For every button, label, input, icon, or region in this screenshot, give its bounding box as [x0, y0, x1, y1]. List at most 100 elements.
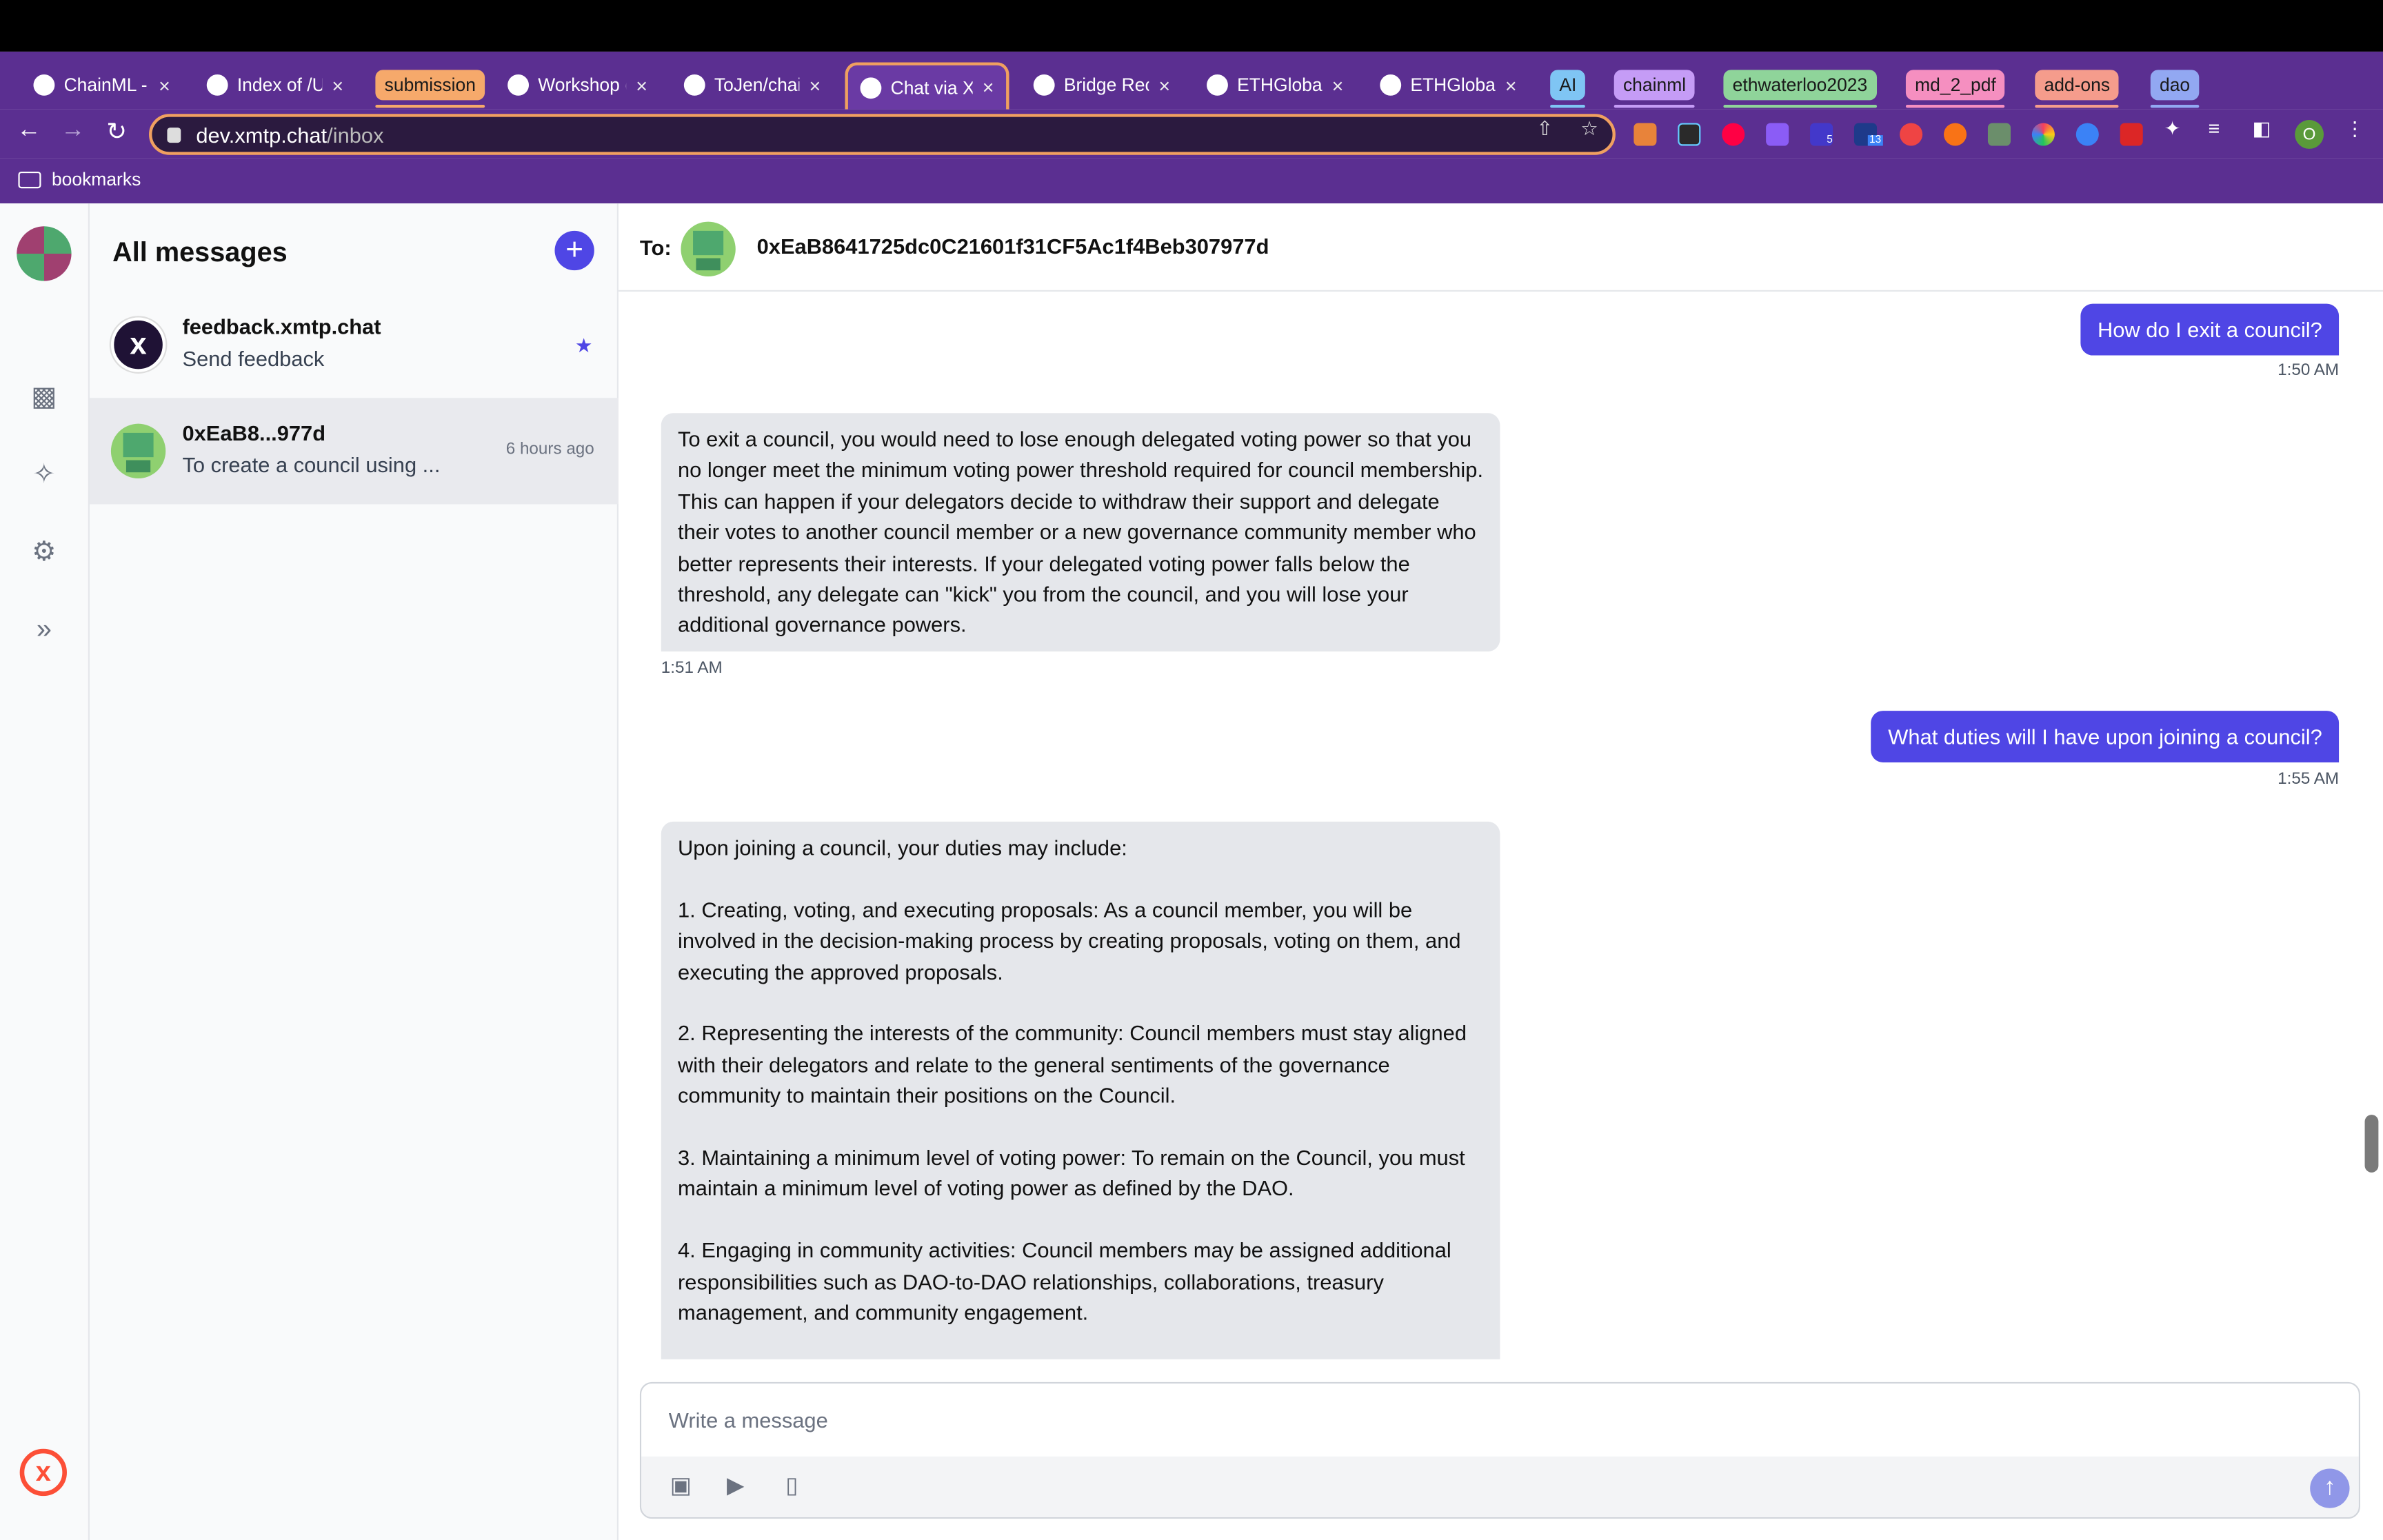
menu-bar — [0, 0, 2383, 52]
user-avatar[interactable] — [17, 226, 72, 281]
message-input[interactable] — [641, 1384, 2359, 1457]
conversation-preview: To create a council using ... — [182, 452, 441, 477]
browser-tab[interactable]: ChainML - × — [21, 64, 183, 107]
close-tab-icon[interactable]: × — [636, 74, 647, 97]
browser-tab[interactable]: ETHGlobal × — [1368, 64, 1529, 107]
send-button[interactable]: ↑ — [2310, 1468, 2350, 1508]
tab-title: Chat via X — [890, 77, 974, 99]
message-time: 1:51 AM — [661, 659, 723, 678]
reload-icon[interactable]: ↻ — [106, 117, 127, 148]
chat-header: To: 0xEaB8641725dc0C21601f31CF5Ac1f4Beb3… — [619, 203, 2383, 292]
bookmark-star-icon[interactable]: ☆ — [1580, 117, 1598, 141]
star-icon: ★ — [574, 334, 593, 357]
extension-icon[interactable]: 5 — [1810, 123, 1833, 146]
tab-group-label[interactable]: chainml — [1613, 70, 1696, 108]
recipient-avatar — [681, 221, 736, 276]
tab-title: Bridge Rec — [1063, 74, 1150, 96]
conversation-name: 0xEaB8...977d — [182, 421, 326, 445]
browser-tab[interactable]: Index of /U × — [194, 64, 356, 107]
metamask-extension-icon[interactable] — [1633, 123, 1657, 146]
conversation-item-0xeab8[interactable]: 0xEaB8...977d To create a council using … — [90, 398, 619, 505]
extension-icon[interactable] — [1900, 123, 1923, 146]
image-attach-icon[interactable]: ▣ — [667, 1473, 695, 1501]
conversation-item-feedback[interactable]: x feedback.xmtp.chat Send feedback ★ — [90, 292, 619, 398]
extension-icon[interactable] — [1944, 123, 1967, 146]
browser-tab[interactable]: ETHGlobal × — [1194, 64, 1356, 107]
outgoing-message: What duties will I have upon joining a c… — [1871, 711, 2340, 762]
pdf-extension-icon[interactable] — [2120, 123, 2143, 146]
tab-group-label[interactable]: submission — [375, 70, 485, 108]
video-attach-icon[interactable]: ▶ — [722, 1473, 750, 1501]
close-tab-icon[interactable]: × — [983, 76, 994, 99]
xmtp-icon — [860, 77, 882, 99]
browser-menu-icon[interactable]: ⋮ — [2345, 117, 2365, 141]
message-list[interactable]: How do I exit a council? 1:50 AM To exit… — [619, 292, 2366, 1359]
tab-group-label[interactable]: dao — [2150, 70, 2200, 108]
extension-icon[interactable]: 13 — [1853, 123, 1883, 146]
tab-group-label[interactable]: add-ons — [2035, 70, 2120, 108]
file-attach-icon[interactable]: ▯ — [778, 1473, 805, 1501]
gear-icon[interactable]: ⚙ — [29, 536, 59, 567]
sparkles-icon[interactable]: ✧ — [29, 458, 59, 489]
media-control-icon[interactable]: ≡ — [2209, 117, 2220, 140]
lock-icon — [167, 126, 181, 142]
forward-icon[interactable]: → — [61, 117, 85, 145]
chainml-icon — [33, 74, 55, 96]
bookmarks-folder-label: bookmarks — [51, 168, 141, 190]
bookmarks-bar: bookmarks — [0, 158, 2383, 204]
tab-title: Index of /U — [237, 74, 323, 96]
chat-bubbles-icon[interactable]: ▩ — [29, 381, 59, 412]
extension-icon[interactable] — [1722, 123, 1745, 146]
extension-icon[interactable] — [2031, 123, 2055, 146]
xmtp-avatar: x — [110, 317, 166, 372]
recipient-address: 0xEaB8641725dc0C21601f31CF5Ac1f4Beb30797… — [756, 234, 1269, 259]
tab-title: ETHGlobal — [1410, 74, 1496, 96]
message-composer: ▣ ▶ ▯ ↑ — [639, 1381, 2360, 1519]
composer-toolbar: ▣ ▶ ▯ ↑ — [641, 1456, 2359, 1517]
extension-icon[interactable] — [1766, 123, 1789, 146]
folder-icon — [18, 170, 41, 188]
message-time: 1:55 AM — [2278, 770, 2340, 789]
conversation-name: feedback.xmtp.chat — [182, 314, 381, 339]
xmtp-app: ▩ ✧ ⚙ » x All messages + x feedback.xmtp… — [0, 203, 2383, 1540]
extension-icon[interactable] — [1987, 123, 2011, 146]
incoming-message: To exit a council, you would need to los… — [661, 413, 1500, 651]
browser-tab[interactable]: Chat via X × — [845, 62, 1009, 110]
chat-pane: To: 0xEaB8641725dc0C21601f31CF5Ac1f4Beb3… — [619, 203, 2383, 1540]
close-tab-icon[interactable]: × — [332, 74, 343, 97]
conversation-time: 6 hours ago — [505, 440, 594, 459]
extension-badge: 13 — [1867, 135, 1883, 146]
url-path: /inbox — [327, 122, 384, 147]
back-icon[interactable]: ← — [17, 117, 41, 145]
scrollbar-thumb[interactable] — [2364, 1115, 2379, 1173]
browser-tab[interactable]: Bridge Rec × — [1021, 64, 1183, 107]
tab-title: ChainML - — [63, 74, 148, 96]
message-time: 1:50 AM — [2278, 361, 2340, 380]
bookmarks-folder[interactable]: bookmarks — [18, 169, 141, 190]
browser-tab[interactable]: Workshop (× — [496, 64, 660, 107]
close-tab-icon[interactable]: × — [1158, 74, 1170, 97]
chevrons-right-icon[interactable]: » — [29, 614, 59, 644]
incoming-message: Upon joining a council, your duties may … — [661, 821, 1500, 1359]
close-tab-icon[interactable]: × — [159, 74, 170, 97]
browser-toolbar: ← → ↻ dev.xmtp.chat/inbox ⇧ ☆ 5 13 ✦ ≡ ◧… — [0, 109, 2383, 159]
conversation-list: All messages + x feedback.xmtp.chat Send… — [90, 203, 619, 1540]
browser-tab[interactable]: ToJen/chai × — [672, 64, 833, 107]
share-icon[interactable]: ⇧ — [1536, 117, 1553, 141]
extensions-puzzle-icon[interactable]: ✦ — [2164, 117, 2181, 141]
address-bar[interactable]: dev.xmtp.chat/inbox — [148, 114, 1616, 155]
globe-icon — [206, 74, 228, 96]
new-message-button[interactable]: + — [554, 230, 594, 271]
close-tab-icon[interactable]: × — [1505, 74, 1517, 97]
extension-icon[interactable] — [2075, 123, 2099, 146]
close-tab-icon[interactable]: × — [809, 74, 821, 97]
tab-group-label[interactable]: md_2_pdf — [1905, 70, 2006, 108]
tab-group-label[interactable]: ethwaterloo2023 — [1723, 70, 1877, 108]
tab-group-label[interactable]: AI — [1550, 70, 1587, 108]
react-devtools-extension-icon[interactable] — [1678, 123, 1701, 146]
conversation-list-title: All messages — [112, 236, 288, 267]
side-panel-icon[interactable]: ◧ — [2252, 117, 2271, 141]
tab-strip: + ⌄ ChainML - ×Index of /U×Workshop (×To… — [0, 51, 2383, 152]
close-tab-icon[interactable]: × — [1332, 74, 1344, 97]
profile-avatar[interactable]: O — [2295, 120, 2324, 149]
